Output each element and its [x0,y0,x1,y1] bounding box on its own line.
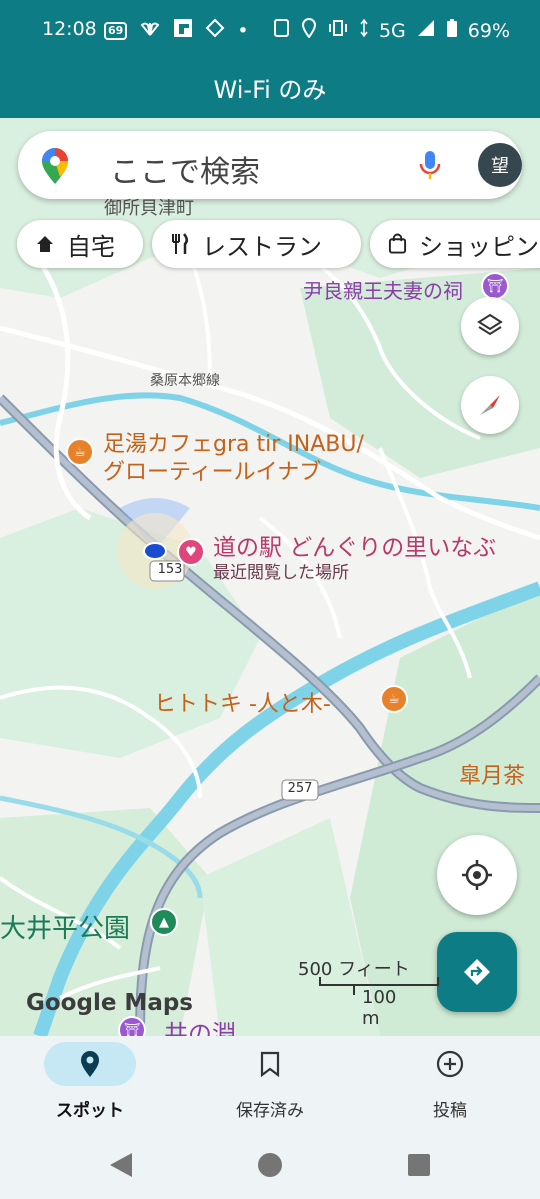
nav-spots[interactable]: スポット [0,1036,180,1129]
map-label-park[interactable]: 大井平公園 [0,908,130,945]
status-bar: 12:08 69 • 5G 69% [0,0,540,60]
chip-shopping[interactable]: ショッピン [370,220,540,268]
location-icon [301,18,317,43]
compass-button[interactable] [461,376,519,434]
nav-saved-label: 保存済み [236,1101,304,1121]
restaurant-icon [172,233,188,254]
add-circle-icon [436,1050,464,1078]
map-label-station-sub: 最近閲覧した場所 [213,563,349,583]
map-label-hitotoki[interactable]: ヒトトキ -人と木- [154,686,331,718]
location-pin-icon [81,1051,99,1077]
shopping-bag-icon [388,233,407,254]
nav-post-label: 投稿 [433,1101,467,1121]
search-input[interactable]: ここで検索 [110,147,260,191]
compass-icon [480,395,500,415]
status-time: 12:08 [42,18,97,40]
chip-restaurant-label: レストラン [202,232,322,261]
battery-percent: 69% [467,19,510,42]
nav-spots-label: スポット [56,1101,124,1121]
home-icon [37,236,53,252]
chip-home-label: 自宅 [67,232,115,261]
data-arrows-icon [359,18,369,43]
nav-post-pill [404,1042,496,1086]
nav-spots-pill [44,1042,136,1086]
current-location-icon [143,542,167,560]
more-notifications-dot-icon: • [237,19,249,42]
nfc-icon [273,18,291,43]
google-maps-logo: Google Maps [26,990,193,1016]
map-label-cafe-line2[interactable]: グローティールイナブ [103,454,321,486]
notification-badge: 69 [104,21,128,40]
bottom-poi-icon[interactable]: ⛩ [118,1016,146,1036]
back-icon[interactable] [110,1153,132,1177]
flipboard-icon [173,18,193,43]
nav-saved-pill [224,1042,316,1086]
app-notification-icon [205,18,225,43]
map-label-shrine[interactable]: 尹良親王夫妻の祠 [303,275,463,304]
system-navigation-bar [0,1129,540,1199]
bottom-navigation: スポット 保存済み 投稿 [0,1036,540,1129]
home-circle-icon[interactable] [258,1153,282,1177]
cafe-poi-icon[interactable]: ☕ [66,438,94,466]
nav-saved[interactable]: 保存済み [180,1036,360,1129]
my-location-button[interactable] [437,835,517,915]
nav-post[interactable]: 投稿 [360,1036,540,1129]
search-bar[interactable]: ここで検索 望 [18,131,522,199]
map-label-rail: 桑原本郷線 [150,373,220,389]
top-app-bar: 12:08 69 • 5G 69% Wi-Fi のみ [0,0,540,118]
notification-icons: 69 • [104,18,249,43]
recents-icon[interactable] [408,1154,430,1176]
microphone-icon[interactable] [418,149,442,185]
bookmark-icon [260,1051,280,1077]
crosshair-icon [462,860,492,890]
cnbc-icon [139,20,161,42]
wifi-only-banner: Wi-Fi のみ [213,76,327,104]
chip-home[interactable]: 自宅 [17,220,143,268]
system-status-icons: 5G 69% [273,18,510,43]
map-label-satsuki[interactable]: 皐月茶 [459,758,525,790]
route-257-shield: 257 [287,781,313,796]
layers-button[interactable] [461,297,519,355]
signal-icon [416,18,436,43]
map-label-bottom-poi[interactable]: 井の淵 [164,1014,236,1036]
directions-icon [464,959,490,985]
directions-button[interactable] [437,932,517,1012]
layers-icon [477,313,503,336]
network-type: 5G [378,19,406,42]
maps-pin-logo-icon [40,147,70,189]
chip-shopping-label: ショッピン [419,232,539,261]
map-label-station[interactable]: 道の駅 どんぐりの里いなぶ [213,528,496,562]
shrine-poi-icon[interactable]: ⛩ [481,272,509,300]
map-scale: 500 フィート 100 m [298,955,439,1029]
account-avatar[interactable]: 望 [478,143,522,187]
park-poi-icon[interactable]: ▲ [150,908,178,936]
route-153-shield: 153 [157,562,183,577]
scale-meters: 100 m [362,987,397,1029]
hitotoki-cafe-poi-icon[interactable]: ☕ [380,685,408,713]
chip-restaurant[interactable]: レストラン [152,220,361,268]
vibrate-icon [327,18,349,43]
battery-icon [446,18,458,43]
